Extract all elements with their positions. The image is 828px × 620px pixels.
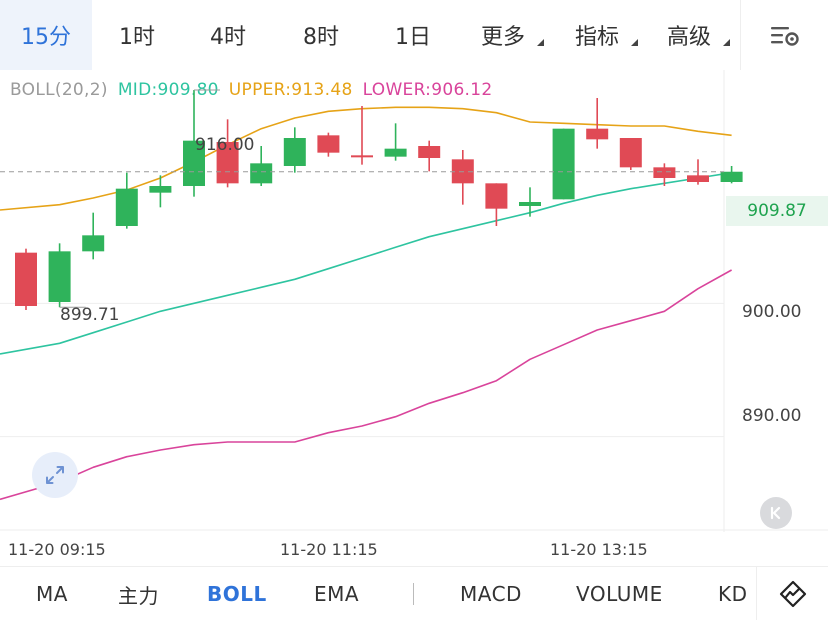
candle-body-down [687,175,709,182]
indicator-tab-boll[interactable]: BOLL [207,567,267,620]
indicator-tab-ema[interactable]: EMA [314,567,359,620]
high-price-annotation: 916.00 [195,135,255,155]
indicator-tab-ma[interactable]: MA [36,567,68,620]
candle-body-up [82,235,105,252]
tab-label: 指标 [574,25,619,50]
tab-label: 1时 [119,25,155,50]
scroll-to-latest-button[interactable] [760,497,792,529]
time-axis-label: 11-20 09:15 [8,540,106,559]
tab-label: 更多 [480,25,525,50]
candle-body-up [552,128,575,200]
tab-label: VOLUME [576,582,663,606]
candle-body-up [115,188,138,226]
candle-body-up [283,138,306,166]
indicator-tab-bar: MA 主力 BOLL EMA MACD VOLUME KD [0,566,828,620]
indicator-tab-macd[interactable]: MACD [460,567,522,620]
time-axis-label: 11-20 13:15 [550,540,648,559]
tab-more-dropdown[interactable]: 更多 [458,0,548,70]
tab-label: EMA [314,582,360,606]
dropdown-caret-icon [537,39,544,46]
tab-label: KD [718,582,748,606]
boll-mid-line [0,171,732,355]
candle-body-down [485,183,508,209]
drawing-tools-button[interactable] [756,567,828,620]
tab-label: MACD [460,582,522,606]
dropdown-caret-icon [631,39,638,46]
indicator-tab-main-force[interactable]: 主力 [118,567,159,620]
candle-body-up [48,251,71,302]
interval-tab-bar: 15分 1时 4时 8时 1日 更多 指标 高级 [0,0,828,70]
dropdown-caret-icon [723,39,730,46]
chart-grid [0,70,828,532]
price-axis-label: 890.00 [742,406,802,426]
tab-label: 高级 [666,25,711,50]
tab-label: MA [36,582,68,606]
scroll-latest-icon [770,506,781,520]
tab-label: 4时 [210,25,246,50]
time-axis-label: 11-20 11:15 [280,540,378,559]
tab-indicators-dropdown[interactable]: 指标 [552,0,642,70]
candle-body-up [720,171,743,182]
expand-arrows-icon [46,466,64,484]
tab-15min[interactable]: 15分 [0,0,92,70]
tab-divider [413,583,414,605]
tab-8hour[interactable]: 8时 [274,0,368,70]
candle-body-down [418,146,441,158]
candle-body-down [351,155,373,158]
candle-body-down [586,128,609,140]
candle-body-down [317,135,340,153]
tab-advanced-dropdown[interactable]: 高级 [644,0,734,70]
tab-4hour[interactable]: 4时 [182,0,274,70]
candle-body-down [15,252,37,306]
tab-label: 15分 [21,25,71,50]
chart-settings-icon [770,27,799,46]
low-price-annotation: 899.71 [60,305,120,325]
indicator-tab-volume[interactable]: VOLUME [576,567,663,620]
candle-body-down [653,167,676,178]
tab-1hour[interactable]: 1时 [92,0,182,70]
price-axis-label: 900.00 [742,302,802,322]
candle-body-down [619,138,642,168]
candle-body-up [519,202,541,206]
fullscreen-button[interactable] [32,452,78,498]
tab-label: BOLL [207,582,267,606]
candle-body-up [149,186,172,193]
current-price-tag: 909.87 [726,196,828,226]
chart-settings-button[interactable] [740,0,828,70]
candlestick-chart[interactable] [0,70,828,532]
tab-label: 8时 [303,25,339,50]
candles [15,90,743,310]
indicator-tab-kdj[interactable]: KD [718,567,748,620]
tab-label: 1日 [395,25,431,50]
tab-label: 主力 [118,583,159,608]
candle-body-up [250,163,273,184]
drawing-line-icon [779,580,806,608]
tab-1day[interactable]: 1日 [368,0,458,70]
candle-body-up [384,148,407,157]
